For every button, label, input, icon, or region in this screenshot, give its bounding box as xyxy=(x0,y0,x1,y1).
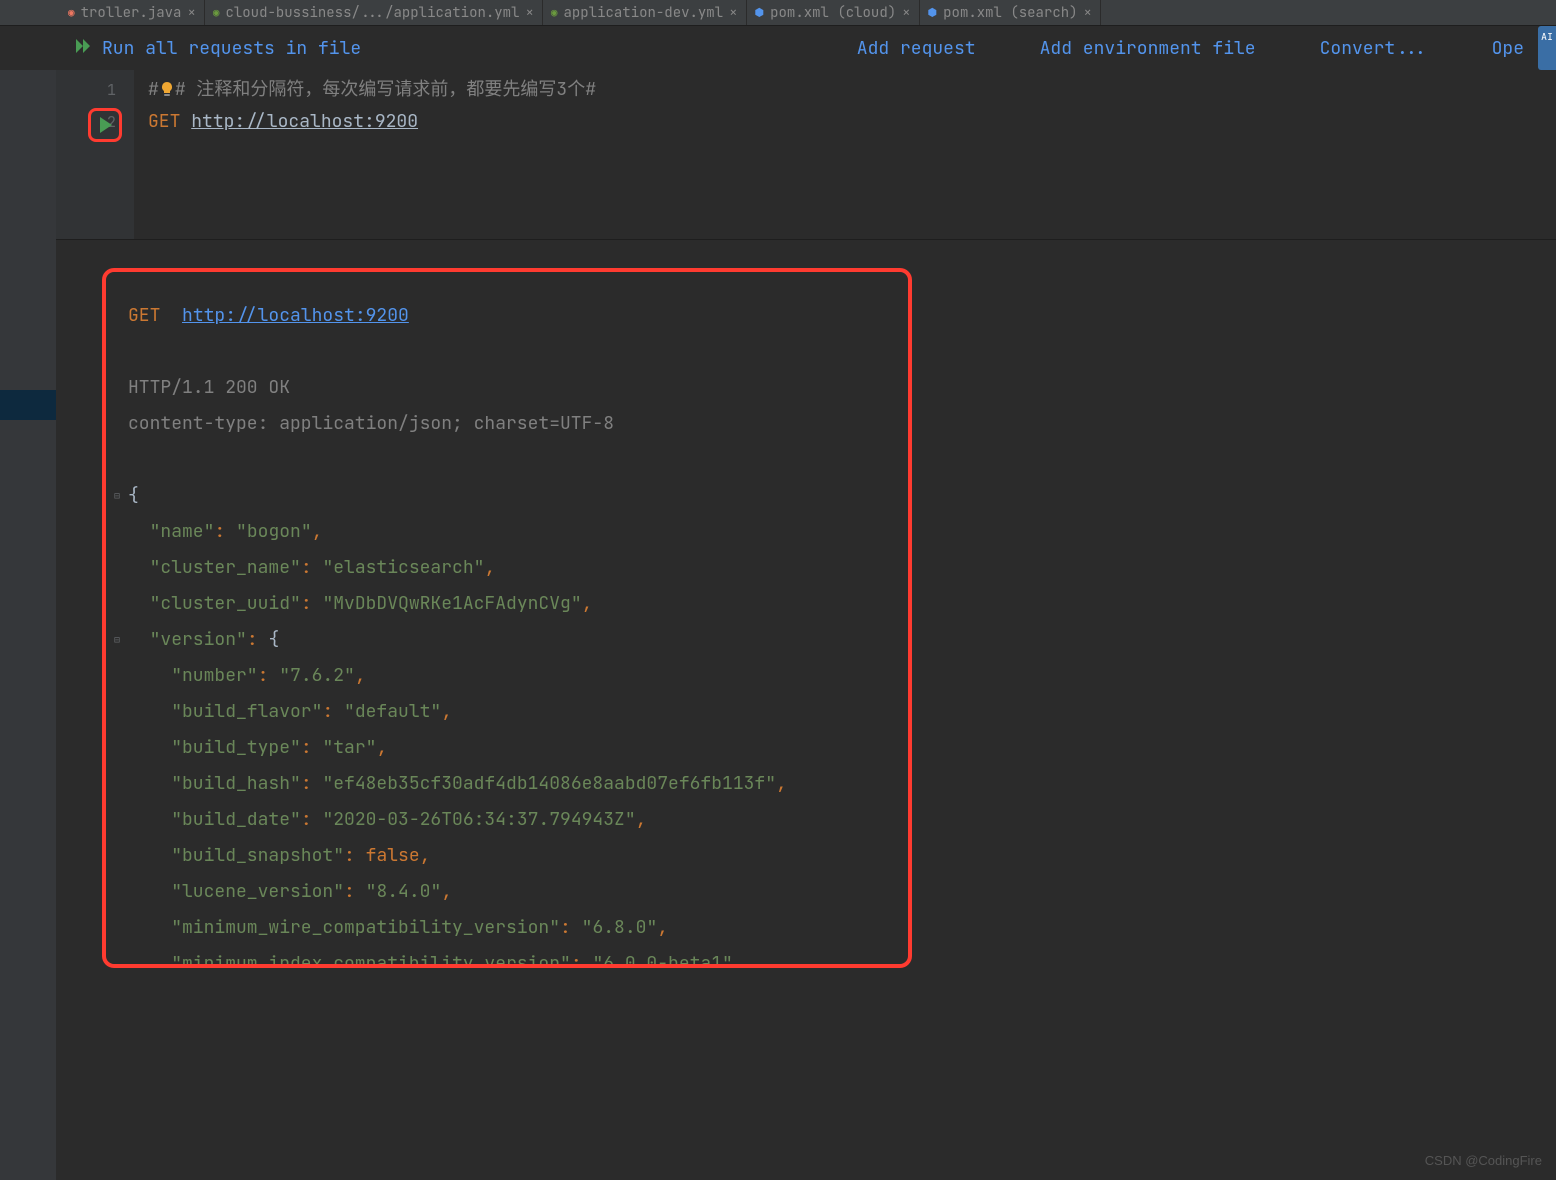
code-line: GET http://localhost:9200 xyxy=(148,106,1556,138)
tab-file[interactable]: ◉ application-dev.yml × xyxy=(543,0,747,25)
open-button[interactable]: Ope xyxy=(1492,37,1524,60)
xml-icon: ⬢ xyxy=(755,6,765,20)
code-line: ## 注释和分隔符，每次编写请求前，都要先编写3个# xyxy=(148,74,1556,106)
watermark: CSDN @CodingFire xyxy=(1425,1153,1542,1168)
xml-icon: ⬢ xyxy=(928,6,938,20)
java-icon: ◉ xyxy=(68,6,75,20)
left-sidebar xyxy=(0,70,56,1180)
yml-icon: ◉ xyxy=(551,6,558,20)
play-all-icon xyxy=(76,39,94,58)
tab-file[interactable]: ⬢ pom.xml (search) × xyxy=(920,0,1101,25)
tab-label: cloud-bussiness/.../application.yml xyxy=(225,4,519,22)
close-icon[interactable]: × xyxy=(729,4,737,22)
fold-icon[interactable]: ⊟ xyxy=(114,478,126,514)
tab-label: troller.java xyxy=(81,4,182,22)
run-all-label: Run all requests in file xyxy=(102,37,361,60)
close-icon[interactable]: × xyxy=(902,4,910,22)
bulb-icon[interactable] xyxy=(159,76,175,92)
add-env-file-button[interactable]: Add environment file xyxy=(1040,37,1256,60)
tab-label: pom.xml (cloud) xyxy=(770,4,896,22)
run-all-button[interactable]: Run all requests in file xyxy=(76,37,361,60)
editor: 1 2 ## 注释和分隔符，每次编写请求前，都要先编写3个# GET http:… xyxy=(0,70,1556,240)
http-toolbar: Run all requests in file Add request Add… xyxy=(0,26,1556,70)
code-area[interactable]: ## 注释和分隔符，每次编写请求前，都要先编写3个# GET http://lo… xyxy=(134,70,1556,239)
response-content-type: content-type: application/json; charset=… xyxy=(128,406,888,442)
line-gutter: 1 2 xyxy=(56,70,134,239)
run-request-button[interactable] xyxy=(88,108,122,142)
sidebar-selection[interactable] xyxy=(0,390,56,420)
close-icon[interactable]: × xyxy=(187,4,195,22)
close-icon[interactable]: × xyxy=(525,4,533,22)
response-panel: GET http://localhost:9200 HTTP/1.1 200 O… xyxy=(102,268,912,968)
add-request-button[interactable]: Add request xyxy=(857,37,976,60)
response-method: GET xyxy=(128,304,160,327)
request-url[interactable]: http://localhost:9200 xyxy=(191,110,418,133)
yml-icon: ◉ xyxy=(213,6,220,20)
tab-file[interactable]: ⬢ pom.xml (cloud) × xyxy=(747,0,920,25)
response-status: HTTP/1.1 200 OK xyxy=(128,370,888,406)
fold-icon[interactable]: ⊟ xyxy=(114,622,126,658)
line-number: 1 xyxy=(56,74,134,106)
tab-label: pom.xml (search) xyxy=(943,4,1077,22)
convert-button[interactable]: Convert... xyxy=(1320,37,1428,60)
editor-tabs: ◉ troller.java × ◉ cloud-bussiness/.../a… xyxy=(0,0,1556,26)
response-url[interactable]: http://localhost:9200 xyxy=(182,304,409,327)
ai-badge[interactable]: AI xyxy=(1538,26,1556,70)
tab-file[interactable]: ◉ troller.java × xyxy=(60,0,205,25)
tab-file[interactable]: ◉ cloud-bussiness/.../application.yml × xyxy=(205,0,543,25)
close-icon[interactable]: × xyxy=(1084,4,1092,22)
tab-label: application-dev.yml xyxy=(564,4,724,22)
